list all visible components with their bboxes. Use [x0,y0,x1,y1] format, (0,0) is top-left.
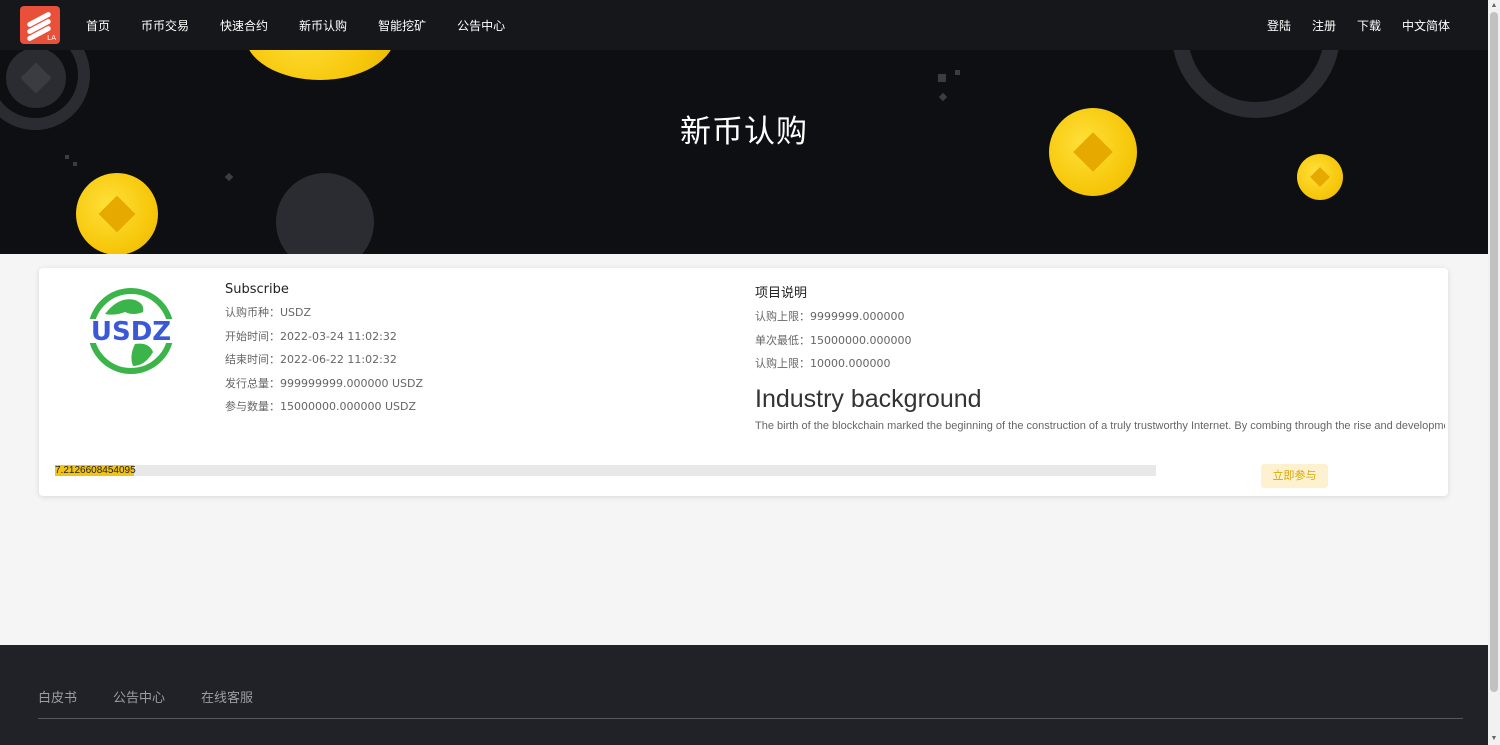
footer-whitepaper-link[interactable]: 白皮书 [38,687,77,706]
detail-row-start-time: 开始时间：2022-03-24 11:02:32 [225,329,397,343]
usdz-globe-icon: USDZ [85,288,177,374]
project-description: 项目说明 认购上限：9999999.000000 单次最低：15000000.0… [755,282,1445,432]
top-nav: LA 首页 币币交易 快速合约 新币认购 智能挖矿 公告中心 登陆 注册 下载 … [0,0,1488,50]
square-decoration-icon [73,162,77,166]
register-link[interactable]: 注册 [1312,17,1336,34]
limit-row-max: 认购上限：9999999.000000 [755,310,905,323]
nav-spot-trading[interactable]: 币币交易 [141,17,189,34]
footer-divider [38,718,1463,719]
detail-row-end-time: 结束时间：2022-06-22 11:02:32 [225,353,397,366]
description-title: 项目说明 [755,286,808,301]
footer-announcement-link[interactable]: 公告中心 [113,687,165,706]
account-menu: 登陆 注册 下载 中文简体 [1246,0,1450,50]
footer: 白皮书 公告中心 在线客服 [0,645,1488,745]
coin-decoration-icon [1297,154,1343,200]
detail-row-participation: 参与数量：15000000.000000 USDZ [225,400,417,413]
logo-usdz-text: USDZ [91,317,171,347]
subscription-card: USDZ Subscribe 认购币种：USDZ 开始时间：2022-03-24… [39,268,1448,496]
nav-announcement-center[interactable]: 公告中心 [457,17,505,34]
nav-new-coin-subscription[interactable]: 新币认购 [299,17,347,34]
join-now-button[interactable]: 立即参与 [1261,464,1328,488]
limit-row-cap: 认购上限：10000.000000 [755,357,891,370]
subscribe-details: Subscribe 认购币种：USDZ 开始时间：2022-03-24 11:0… [225,282,423,424]
progress-value: 7.2126608454095 [55,465,136,476]
coin-decoration-icon [245,50,395,80]
scroll-up-icon[interactable]: ▲ [1490,2,1498,10]
page-title: 新币认购 [680,114,808,150]
subscribe-title: Subscribe [225,282,289,297]
progress-bar [55,465,1156,476]
nav-home[interactable]: 首页 [86,17,110,34]
industry-title: Industry background [755,384,982,413]
detail-row-total-issue: 发行总量：999999999.000000 USDZ [225,376,424,390]
square-decoration-icon [938,74,946,82]
main-menu: 首页 币币交易 快速合约 新币认购 智能挖矿 公告中心 [86,0,536,50]
brand-logo[interactable]: LA [20,6,60,44]
coin-decoration-icon [76,173,158,254]
square-decoration-icon [224,172,234,182]
nav-smart-mining[interactable]: 智能挖矿 [378,17,426,34]
square-decoration-icon [938,92,948,102]
footer-online-support-link[interactable]: 在线客服 [201,687,253,706]
page-scrollbar[interactable]: ▲ ▼ [1488,0,1500,745]
footer-links: 白皮书 公告中心 在线客服 [38,687,289,706]
nav-quick-contract[interactable]: 快速合约 [220,17,268,34]
limit-row-min: 单次最低：15000000.000000 [755,333,912,347]
dark-coin-decoration-icon [6,50,66,108]
detail-row-coin: 认购币种：USDZ [225,306,312,319]
download-link[interactable]: 下载 [1357,17,1381,34]
hero-banner: 新币认购 [0,50,1488,254]
scroll-thumb[interactable] [1490,12,1498,692]
scroll-down-icon[interactable]: ▼ [1490,735,1498,743]
industry-text: The birth of the blockchain marked the b… [755,419,1445,432]
square-decoration-icon [955,70,960,75]
square-decoration-icon [65,155,69,159]
language-switch[interactable]: 中文简体 [1402,17,1450,34]
logo-text: LA [47,34,56,42]
login-link[interactable]: 登陆 [1267,17,1291,34]
dark-coin-decoration-icon [276,173,374,254]
